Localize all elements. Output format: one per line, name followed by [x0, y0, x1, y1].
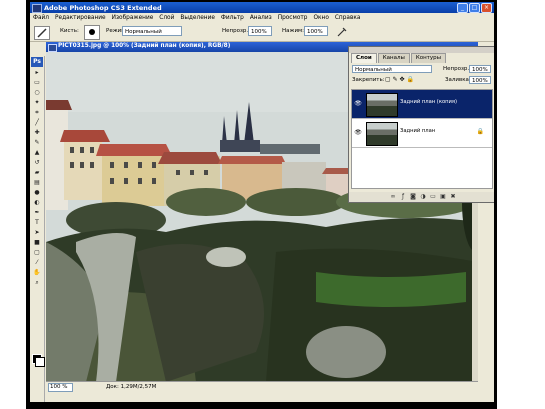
lock-icon: 🔒 — [476, 128, 484, 135]
toolbox: Ps ▸ ▭ ○ ✦ ⌗ ╱ ✚ ✎ ▲ ↺ ▰ ▤ ● ◐ ✒ T ➤ ■ ▢… — [30, 56, 45, 402]
background-color-swatch[interactable] — [35, 357, 45, 367]
new-group-icon[interactable]: ▭ — [429, 193, 437, 200]
flow-label: Нажим: — [282, 28, 305, 34]
document-title: PICT0315.jpg @ 100% (Задний план (копия)… — [58, 43, 231, 49]
notes-tool-icon[interactable]: ▢ — [32, 249, 42, 257]
magic-wand-tool-icon[interactable]: ✦ — [32, 99, 42, 107]
document-size: Док: 1,29М/2,57М — [106, 384, 157, 390]
new-layer-icon[interactable]: ▣ — [439, 193, 447, 200]
dodge-tool-icon[interactable]: ◐ — [32, 199, 42, 207]
photoshop-window: Adobe Photoshop CS3 Extended _ □ × Файл Ред… — [30, 2, 494, 402]
crop-tool-icon[interactable]: ⌗ — [32, 109, 42, 117]
mode-select[interactable]: Нормальный — [122, 26, 182, 36]
layer-name: Задний план — [400, 128, 436, 134]
brush-tip-icon — [89, 29, 95, 35]
eye-icon[interactable]: 👁 — [354, 129, 362, 137]
menu-view[interactable]: Просмотр — [275, 13, 311, 23]
healing-tool-icon[interactable]: ✚ — [32, 129, 42, 137]
layer-row-background-copy[interactable]: 👁 Задний план (копия) — [352, 90, 492, 119]
document-icon — [48, 44, 57, 52]
link-layers-icon[interactable]: ∞ — [389, 193, 397, 200]
delete-layer-icon[interactable]: ✖ — [449, 193, 457, 200]
zoom-field[interactable]: 100 % — [48, 383, 73, 392]
layer-name: Задний план (копия) — [400, 99, 458, 105]
path-select-tool-icon[interactable]: ➤ — [32, 229, 42, 237]
fill-label: Заливка: — [445, 77, 471, 83]
history-brush-tool-icon[interactable]: ↺ — [32, 159, 42, 167]
options-bar: Кисть: Режим: Нормальный Непрозр.: 100% … — [30, 23, 494, 42]
eraser-tool-icon[interactable]: ▰ — [32, 169, 42, 177]
ps-logo: Ps — [31, 57, 43, 67]
shape-tool-icon[interactable]: ■ — [32, 239, 42, 247]
slice-tool-icon[interactable]: ╱ — [32, 119, 42, 127]
layer-thumbnail — [366, 93, 398, 117]
photoshop-icon — [32, 4, 42, 13]
brush-tool-icon[interactable]: ✎ — [32, 139, 42, 147]
menu-bar: Файл Редактирование Изображение Слой Выделен… — [30, 13, 494, 23]
brush-label: Кисть: — [60, 28, 79, 34]
layer-mask-icon[interactable]: ◙ — [409, 193, 417, 200]
layer-row-background[interactable]: 👁 Задний план 🔒 — [352, 119, 492, 148]
layer-thumbnail — [366, 122, 398, 146]
maximize-button[interactable]: □ — [469, 3, 480, 13]
tool-preset-picker[interactable] — [34, 26, 50, 40]
menu-help[interactable]: Справка — [332, 13, 364, 23]
menu-image[interactable]: Изображение — [109, 13, 157, 23]
eyedropper-tool-icon[interactable]: ⁄ — [32, 259, 42, 267]
fill-input[interactable]: 100% — [469, 76, 491, 84]
blur-tool-icon[interactable]: ● — [32, 189, 42, 197]
lock-label: Закрепить: — [352, 77, 385, 83]
lock-icons[interactable]: ▢ ✎ ✥ 🔒 — [385, 75, 414, 85]
airbrush-icon[interactable] — [336, 26, 348, 38]
panel-tabs: Слои Каналы Контуры — [351, 53, 447, 63]
close-button[interactable]: × — [481, 3, 492, 13]
layers-panel: Слои Каналы Контуры Нормальный Непрозр.: 1… — [348, 46, 494, 203]
menu-analysis[interactable]: Анализ — [247, 13, 275, 23]
hand-tool-icon[interactable]: ✋ — [32, 269, 42, 277]
layers-panel-footer: ∞ ƒ ◙ ◑ ▭ ▣ ✖ — [349, 192, 494, 202]
tab-channels[interactable]: Каналы — [377, 53, 410, 63]
marquee-tool-icon[interactable]: ▭ — [32, 79, 42, 87]
zoom-tool-icon[interactable]: ⌕ — [32, 279, 42, 287]
tab-paths[interactable]: Контуры — [410, 53, 446, 63]
stamp-tool-icon[interactable]: ▲ — [32, 149, 42, 157]
layer-opacity-input[interactable]: 100% — [469, 65, 491, 73]
layer-style-icon[interactable]: ƒ — [399, 193, 407, 200]
move-tool-icon[interactable]: ▸ — [32, 69, 42, 77]
opacity-label: Непрозр.: — [222, 28, 250, 34]
opacity-input[interactable]: 100% — [248, 26, 272, 36]
menu-select[interactable]: Выделение — [177, 13, 218, 23]
eye-icon[interactable]: 👁 — [354, 100, 362, 108]
title-bar: Adobe Photoshop CS3 Extended _ □ × — [30, 2, 494, 13]
layers-list: 👁 Задний план (копия) 👁 Задний план 🔒 — [351, 89, 493, 189]
adjustment-layer-icon[interactable]: ◑ — [419, 193, 427, 200]
menu-layer[interactable]: Слой — [156, 13, 177, 23]
pen-tool-icon[interactable]: ✒ — [32, 209, 42, 217]
blend-mode-select[interactable]: Нормальный — [352, 65, 432, 73]
brush-icon — [37, 28, 47, 38]
type-tool-icon[interactable]: T — [32, 219, 42, 227]
gradient-tool-icon[interactable]: ▤ — [32, 179, 42, 187]
tab-layers[interactable]: Слои — [351, 53, 377, 63]
minimize-button[interactable]: _ — [457, 3, 468, 13]
menu-filter[interactable]: Фильтр — [218, 13, 247, 23]
layer-opacity-label: Непрозр.: — [443, 66, 471, 72]
menu-edit[interactable]: Редактирование — [52, 13, 109, 23]
app-title: Adobe Photoshop CS3 Extended — [44, 4, 162, 12]
lasso-tool-icon[interactable]: ○ — [32, 89, 42, 97]
flow-input[interactable]: 100% — [304, 26, 328, 36]
menu-file[interactable]: Файл — [30, 13, 52, 23]
menu-window[interactable]: Окно — [310, 13, 331, 23]
brush-picker[interactable] — [84, 25, 100, 40]
status-bar: 100 % Док: 1,29М/2,57М — [46, 381, 478, 392]
